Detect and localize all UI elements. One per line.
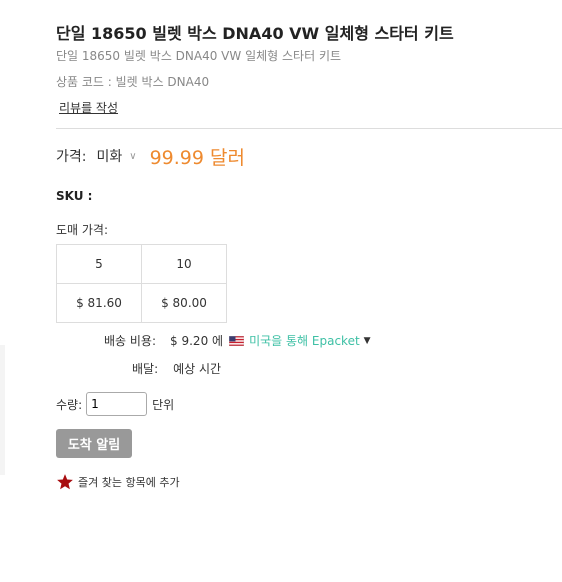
shipping-row: 배송 비용: $ 9.20 에 미국을 통해 Epacket ▼	[104, 332, 371, 349]
product-detail-panel: 단일 18650 빌렛 박스 DNA40 VW 일체형 스타터 키트 단일 18…	[0, 0, 562, 582]
product-code: 상품 코드 : 빌렛 박스 DNA40	[56, 75, 210, 89]
product-subtitle: 단일 18650 빌렛 박스 DNA40 VW 일체형 스타터 키트	[56, 49, 342, 63]
wholesale-price-cell: $ 80.00	[141, 283, 227, 323]
add-to-favorites-link[interactable]: 즐겨 찾는 항목에 추가	[56, 473, 180, 491]
price-label: 가격:	[56, 149, 87, 165]
shipping-method-value: 미국을 통해 Epacket	[249, 334, 360, 348]
add-to-favorites-label: 즐겨 찾는 항목에 추가	[78, 476, 180, 489]
wholesale-price-row: $ 81.60 $ 80.00	[56, 283, 227, 323]
caret-down-icon: ▼	[363, 335, 371, 346]
quantity-unit: 단위	[152, 397, 175, 412]
chevron-down-icon: ∨	[129, 150, 137, 162]
product-title: 단일 18650 빌렛 박스 DNA40 VW 일체형 스타터 키트	[56, 24, 454, 43]
wholesale-price-label: 도매 가격:	[56, 223, 109, 237]
price-row: 가격: 미화 ∨ 99.99 달러	[56, 143, 245, 169]
wholesale-quantity-cell: 10	[141, 244, 227, 284]
wholesale-quantity-row: 5 10	[56, 244, 227, 284]
price-value: 99.99 달러	[149, 146, 245, 169]
quantity-label: 수량:	[56, 397, 83, 412]
wholesale-price-table: 5 10 $ 81.60 $ 80.00	[56, 244, 227, 323]
delivery-label: 배달:	[132, 362, 159, 376]
wholesale-quantity-cell: 5	[56, 244, 142, 284]
currency-select[interactable]: 미화 ∨	[96, 146, 136, 166]
delivery-value: 예상 시간	[173, 362, 222, 376]
write-review-link[interactable]: 리뷰를 작성	[59, 99, 118, 116]
sku-label: SKU :	[56, 189, 93, 203]
quantity-row: 수량: 단위	[56, 392, 174, 416]
shipping-method-select[interactable]: 미국을 통해 Epacket ▼	[249, 332, 371, 349]
delivery-row: 배달: 예상 시간	[132, 360, 221, 377]
notify-arrival-button[interactable]: 도착 알림	[56, 429, 132, 458]
wholesale-price-cell: $ 81.60	[56, 283, 142, 323]
shipping-cost: $ 9.20 에	[170, 334, 224, 348]
star-icon	[57, 474, 73, 490]
currency-value: 미화	[96, 149, 123, 165]
quantity-input[interactable]	[86, 392, 148, 416]
us-flag-icon	[229, 335, 245, 346]
shipping-label: 배송 비용:	[104, 334, 157, 348]
divider	[56, 128, 562, 129]
left-edge-strip	[0, 345, 5, 475]
